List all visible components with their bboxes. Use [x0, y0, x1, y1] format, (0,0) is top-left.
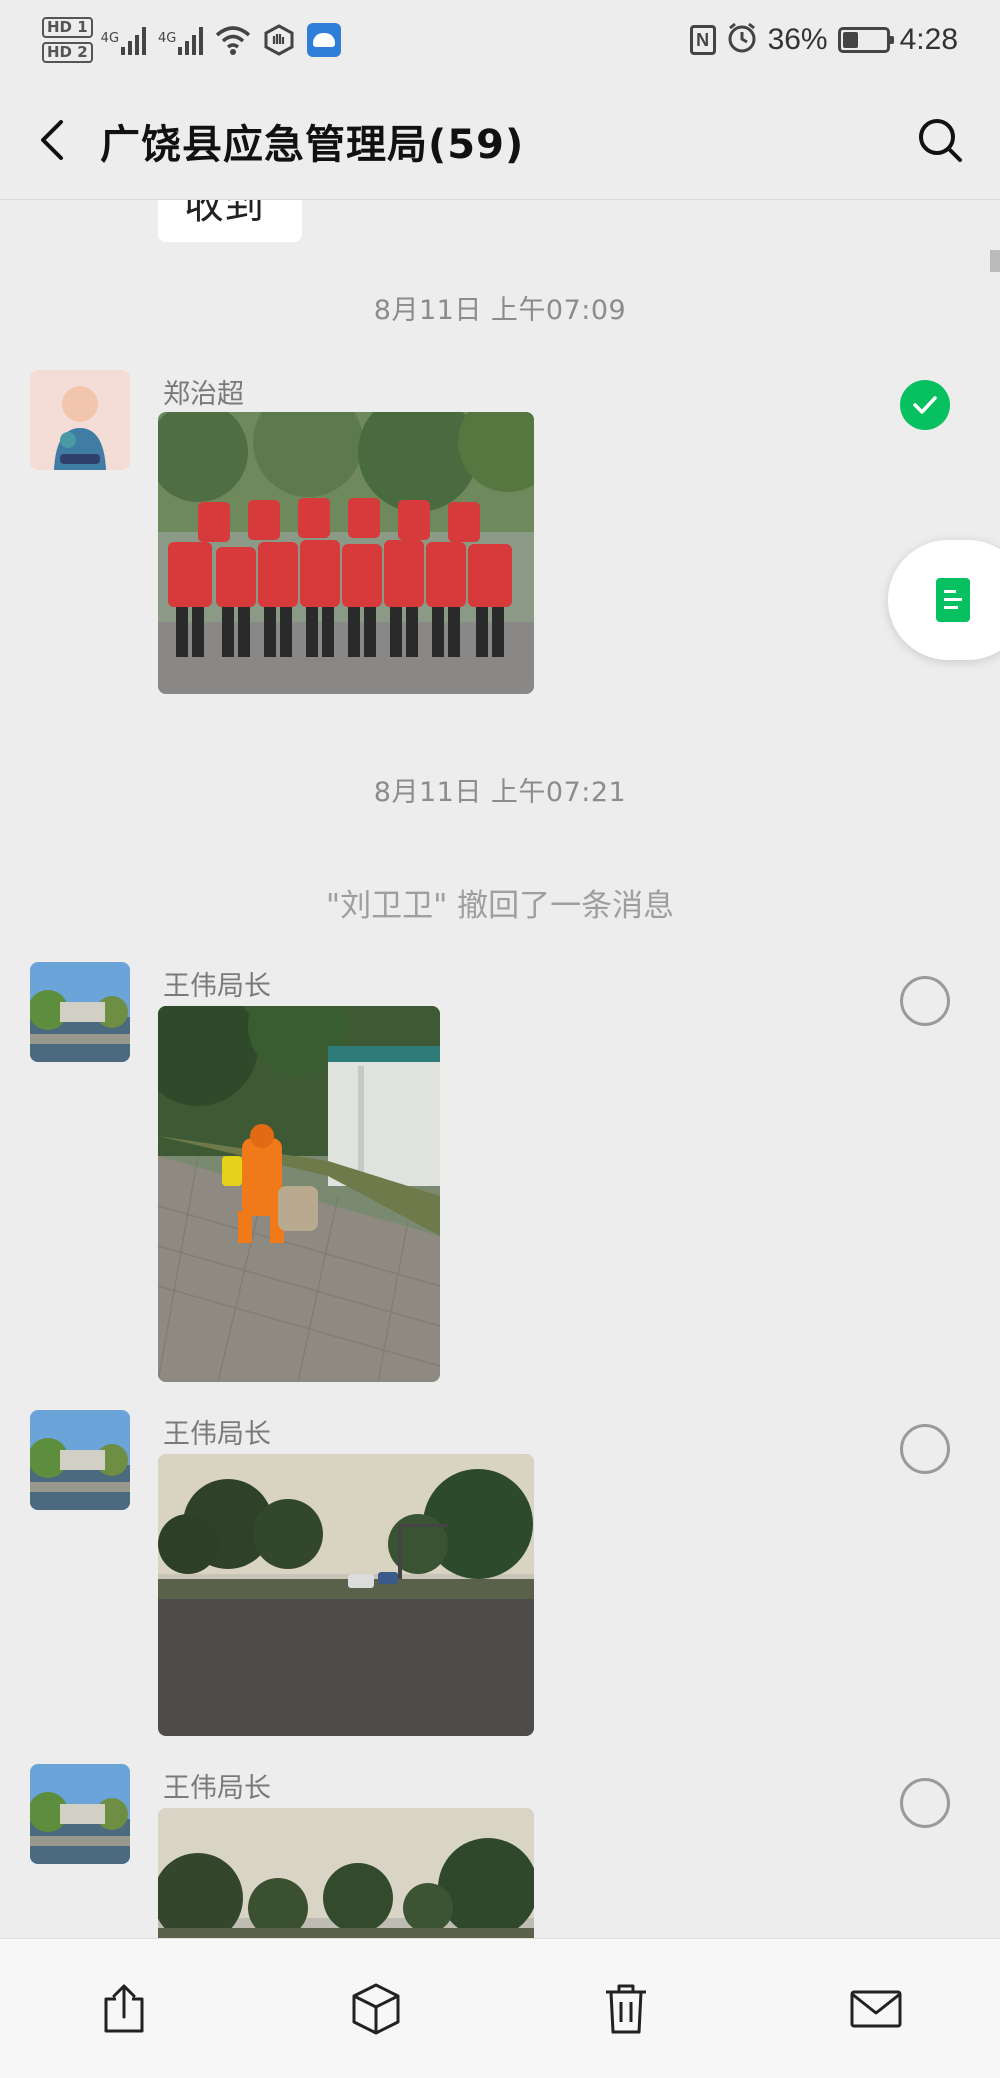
- image-message[interactable]: [158, 1808, 534, 1938]
- signal-icon: 4G: [100, 25, 147, 55]
- hand-icon: [263, 24, 295, 56]
- back-arrow-icon: [41, 120, 63, 160]
- check-icon: [913, 396, 937, 414]
- avatar[interactable]: [30, 370, 130, 470]
- message-select-checkbox[interactable]: [900, 380, 950, 430]
- search-button[interactable]: [910, 110, 970, 170]
- favorite-button[interactable]: [346, 1979, 406, 2039]
- image-message[interactable]: [158, 1454, 534, 1736]
- sender-name: 王伟局长: [163, 1773, 271, 1804]
- chat-area[interactable]: 收到 8月11日 上午07:09 郑治超 8月11日 上午07:21 "刘卫卫"…: [0, 200, 1000, 1938]
- sender-name: 郑治超: [163, 379, 244, 410]
- box-icon: [352, 1983, 400, 2035]
- message-select-checkbox[interactable]: [900, 1778, 950, 1828]
- wifi-icon: [215, 25, 251, 55]
- trash-icon: [606, 1984, 646, 2034]
- message-select-checkbox[interactable]: [900, 1424, 950, 1474]
- hd2-label: HD 2: [42, 42, 93, 63]
- avatar[interactable]: [30, 1764, 130, 1864]
- hd1-label: HD 1: [42, 17, 93, 38]
- floating-document-button[interactable]: [888, 540, 1000, 660]
- page-title: 广饶县应急管理局(59): [100, 122, 525, 168]
- nfc-icon: N: [689, 25, 716, 55]
- mail-icon: [850, 1990, 902, 2028]
- document-icon: [936, 578, 970, 622]
- message-select-checkbox[interactable]: [900, 976, 950, 1026]
- signal-icon: 4G: [158, 25, 204, 55]
- timestamp: 8月11日 上午07:21: [373, 777, 627, 808]
- battery-percent: 36%: [767, 23, 828, 56]
- back-button[interactable]: [22, 110, 82, 170]
- scrollbar[interactable]: [990, 250, 1000, 272]
- search-icon: [919, 119, 962, 162]
- forward-button[interactable]: [94, 1979, 154, 2039]
- title-bar: 广饶县应急管理局(59): [0, 80, 1000, 200]
- avatar[interactable]: [30, 962, 130, 1062]
- sender-name: 王伟局长: [163, 971, 271, 1002]
- network-label-2: 4G: [158, 31, 177, 46]
- email-button[interactable]: [846, 1979, 906, 2039]
- image-message[interactable]: [158, 412, 534, 694]
- share-icon: [104, 1984, 144, 2033]
- network-label-1: 4G: [100, 31, 120, 46]
- image-message[interactable]: [158, 1006, 440, 1382]
- battery-icon: [837, 27, 894, 53]
- timestamp: 8月11日 上午07:09: [373, 295, 627, 326]
- message-bubble[interactable]: 收到: [158, 200, 302, 242]
- sender-name: 王伟局长: [163, 1419, 271, 1450]
- avatar[interactable]: [30, 1410, 130, 1510]
- recall-notice: "刘卫卫" 撤回了一条消息: [325, 888, 675, 924]
- hd-icon: HD 1 HD 2: [42, 17, 93, 63]
- alarm-icon: [726, 22, 758, 58]
- clock: 4:28: [899, 23, 958, 56]
- status-bar: HD 1 HD 2 4G 4G N 36% 4:28: [0, 0, 1000, 80]
- delete-button[interactable]: [596, 1979, 656, 2039]
- bottom-toolbar: [0, 1938, 1000, 2078]
- message-text: 收到: [184, 200, 264, 228]
- app-icon: [307, 23, 342, 57]
